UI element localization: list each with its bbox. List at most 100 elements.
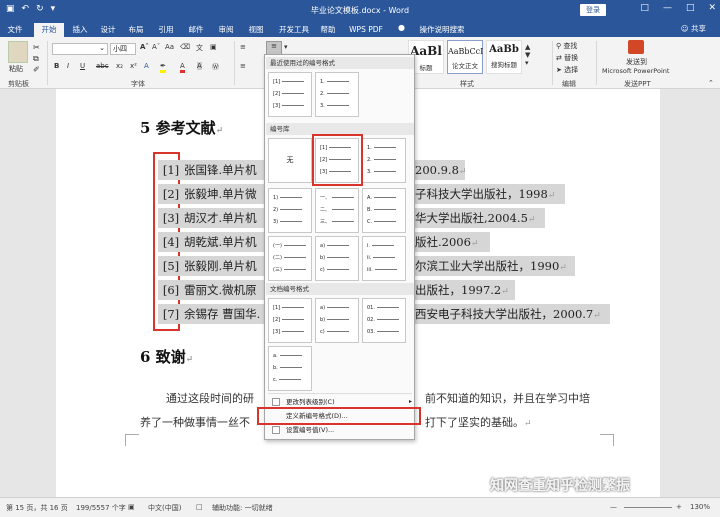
change-case-icon[interactable]: Aa bbox=[165, 43, 174, 51]
zoom-level[interactable]: 130% bbox=[690, 503, 710, 511]
format-paren[interactable]: 1) 2) 3) bbox=[268, 188, 312, 233]
word-count[interactable]: 199/5557 个字 bbox=[76, 503, 126, 513]
underline-icon[interactable]: U bbox=[80, 62, 85, 70]
tab-mailings[interactable]: 邮件 bbox=[186, 23, 206, 37]
list-marker: c) bbox=[320, 267, 325, 273]
styles-group-label: 样式 bbox=[460, 80, 474, 88]
align-left-icon[interactable]: ≡ bbox=[240, 62, 246, 70]
collapse-ribbon-icon[interactable]: ⌃ bbox=[708, 79, 714, 87]
format-roman[interactable]: i. ii. iii. bbox=[362, 236, 406, 281]
menu-set-numbering-value[interactable]: 设置编号值(V)... bbox=[270, 424, 414, 436]
tab-layout[interactable]: 布局 bbox=[126, 23, 146, 37]
paste-label[interactable]: 粘贴 bbox=[9, 64, 23, 74]
ref-text-tail: 尔滨工业大学出版社，1990↵ bbox=[415, 256, 575, 276]
numbering-icon[interactable]: ≡ bbox=[266, 41, 282, 55]
maximize-icon[interactable]: □ bbox=[686, 3, 695, 13]
list-marker: c. bbox=[273, 377, 278, 383]
tab-home[interactable]: 开始 bbox=[34, 23, 64, 37]
tab-design[interactable]: 设计 bbox=[98, 23, 118, 37]
superscript-icon[interactable]: x² bbox=[130, 62, 137, 70]
tab-wps-pdf[interactable]: WPS PDF bbox=[346, 23, 386, 37]
select-button[interactable]: ➤ 选择 bbox=[556, 65, 578, 75]
numbering-dropdown-icon[interactable]: ▾ bbox=[284, 43, 288, 51]
accessibility-status[interactable]: 辅助功能: 一切就绪 bbox=[212, 503, 273, 513]
tab-view[interactable]: 视图 bbox=[246, 23, 266, 37]
body-line-2-right: 打下了坚实的基础。↵ bbox=[425, 414, 532, 430]
ref-number: [5] bbox=[158, 256, 184, 276]
phonetic-icon[interactable]: 文 bbox=[196, 43, 203, 53]
share-button[interactable]: ☺ 共享 bbox=[681, 23, 706, 34]
bold-icon[interactable]: B bbox=[54, 62, 59, 70]
format-cjk[interactable]: 一、 二、 三、 bbox=[315, 188, 359, 233]
replace-button[interactable]: ⇄ 替换 bbox=[556, 53, 578, 63]
find-button[interactable]: ⚲ 查找 bbox=[556, 41, 577, 51]
close-icon[interactable]: ✕ bbox=[708, 3, 716, 13]
format-doc-alpha-paren[interactable]: a) b) c) bbox=[315, 298, 359, 343]
font-size-combo[interactable]: 小四 bbox=[110, 43, 136, 55]
grow-font-icon[interactable]: Aˆ bbox=[140, 43, 149, 51]
enclose-char-icon[interactable]: Ⓦ bbox=[212, 62, 219, 72]
format-doc-bracket[interactable]: [1] [2] [3] bbox=[268, 298, 312, 343]
ref-tail: 子科技大学出版社，1998 bbox=[415, 187, 548, 201]
minimize-icon[interactable]: — bbox=[663, 3, 672, 13]
tab-developer[interactable]: 开发工具 bbox=[276, 23, 312, 37]
tab-insert[interactable]: 插入 bbox=[70, 23, 90, 37]
tab-help[interactable]: 帮助 bbox=[318, 23, 338, 37]
powerpoint-icon[interactable] bbox=[628, 40, 644, 54]
font-color-icon[interactable]: A bbox=[180, 62, 185, 73]
numbering-library-dropdown[interactable]: 最近使用过的编号格式 [1] [2] [3] 1. 2. 3. 编号库 无 [1… bbox=[257, 54, 421, 440]
login-button[interactable]: 登录 bbox=[580, 4, 606, 16]
zoom-in-icon[interactable]: + bbox=[676, 503, 682, 511]
cut-icon[interactable]: ✂ bbox=[33, 43, 40, 52]
person-icon: ☺ bbox=[680, 24, 691, 33]
spellcheck-icon[interactable]: ▣ bbox=[128, 503, 135, 511]
tab-review[interactable]: 审阅 bbox=[216, 23, 236, 37]
strikethrough-icon[interactable]: abc bbox=[96, 62, 109, 70]
format-library-dot[interactable]: 1. 2. 3. bbox=[362, 138, 406, 183]
format-painter-icon[interactable]: ✐ bbox=[33, 65, 40, 74]
send-to-label[interactable]: 发送到 bbox=[626, 57, 647, 67]
char-shading-icon[interactable]: A bbox=[197, 62, 202, 70]
zoom-slider[interactable] bbox=[624, 507, 672, 508]
page-count[interactable]: 第 15 页，共 16 页 bbox=[6, 503, 68, 513]
tab-references[interactable]: 引用 bbox=[156, 23, 176, 37]
format-alpha-paren[interactable]: a) b) c) bbox=[315, 236, 359, 281]
format-alpha-upper[interactable]: A. B. C. bbox=[362, 188, 406, 233]
paste-icon[interactable] bbox=[8, 41, 28, 63]
bullets-icon[interactable]: ≡ bbox=[240, 43, 246, 51]
macro-icon[interactable]: □ bbox=[196, 503, 203, 511]
clear-format-icon[interactable]: ⌫ bbox=[180, 43, 190, 51]
powerpoint-label[interactable]: Microsoft PowerPoint bbox=[602, 67, 669, 75]
style-body-text[interactable]: AaBbCcI 论文正文 bbox=[447, 40, 483, 74]
font-name-combo[interactable]: ⌄ bbox=[52, 43, 108, 55]
format-recent-bracket[interactable]: [1] [2] [3] bbox=[268, 72, 312, 117]
list-marker: 3. bbox=[320, 103, 325, 109]
format-none[interactable]: 无 bbox=[268, 138, 312, 183]
copy-icon[interactable]: ⧉ bbox=[33, 54, 39, 64]
format-cjk-paren[interactable]: (一) (二) (三) bbox=[268, 236, 312, 281]
language[interactable]: 中文(中国) bbox=[148, 503, 181, 513]
tab-file[interactable]: 文件 bbox=[4, 23, 26, 37]
ribbon-display-icon[interactable]: □ bbox=[640, 3, 649, 13]
list-marker: (三) bbox=[273, 267, 282, 273]
subscript-icon[interactable]: x₂ bbox=[116, 62, 123, 70]
list-marker: (一) bbox=[273, 243, 282, 249]
text-effects-icon[interactable]: A bbox=[144, 62, 149, 70]
document-formats-header: 文档编号格式 bbox=[266, 283, 414, 295]
list-marker: 03. bbox=[367, 329, 375, 335]
zoom-out-icon[interactable]: — bbox=[610, 503, 617, 511]
list-marker: A. bbox=[367, 195, 372, 201]
paragraph-mark: ↵ bbox=[527, 215, 536, 225]
tell-me-search[interactable]: 操作说明搜索 bbox=[410, 23, 474, 37]
char-border-icon[interactable]: ▣ bbox=[210, 43, 217, 51]
style-sogou-heading[interactable]: AaBb 搜狗标题 bbox=[486, 40, 522, 74]
italic-icon[interactable]: I bbox=[67, 62, 69, 70]
shrink-font-icon[interactable]: Aˇ bbox=[152, 43, 160, 51]
highlight-icon[interactable]: ✒ bbox=[160, 62, 166, 73]
format-recent-dot[interactable]: 1. 2. 3. bbox=[315, 72, 359, 117]
styles-scroll-icon[interactable]: ▲ ▼ ▾ bbox=[525, 43, 530, 67]
body-line-1-left: 通过这段时间的研 bbox=[166, 392, 254, 405]
format-doc-alpha-lower[interactable]: a. b. c. bbox=[268, 346, 312, 391]
list-marker: [3] bbox=[273, 329, 281, 335]
format-doc-zero[interactable]: 01. 02. 03. bbox=[362, 298, 406, 343]
